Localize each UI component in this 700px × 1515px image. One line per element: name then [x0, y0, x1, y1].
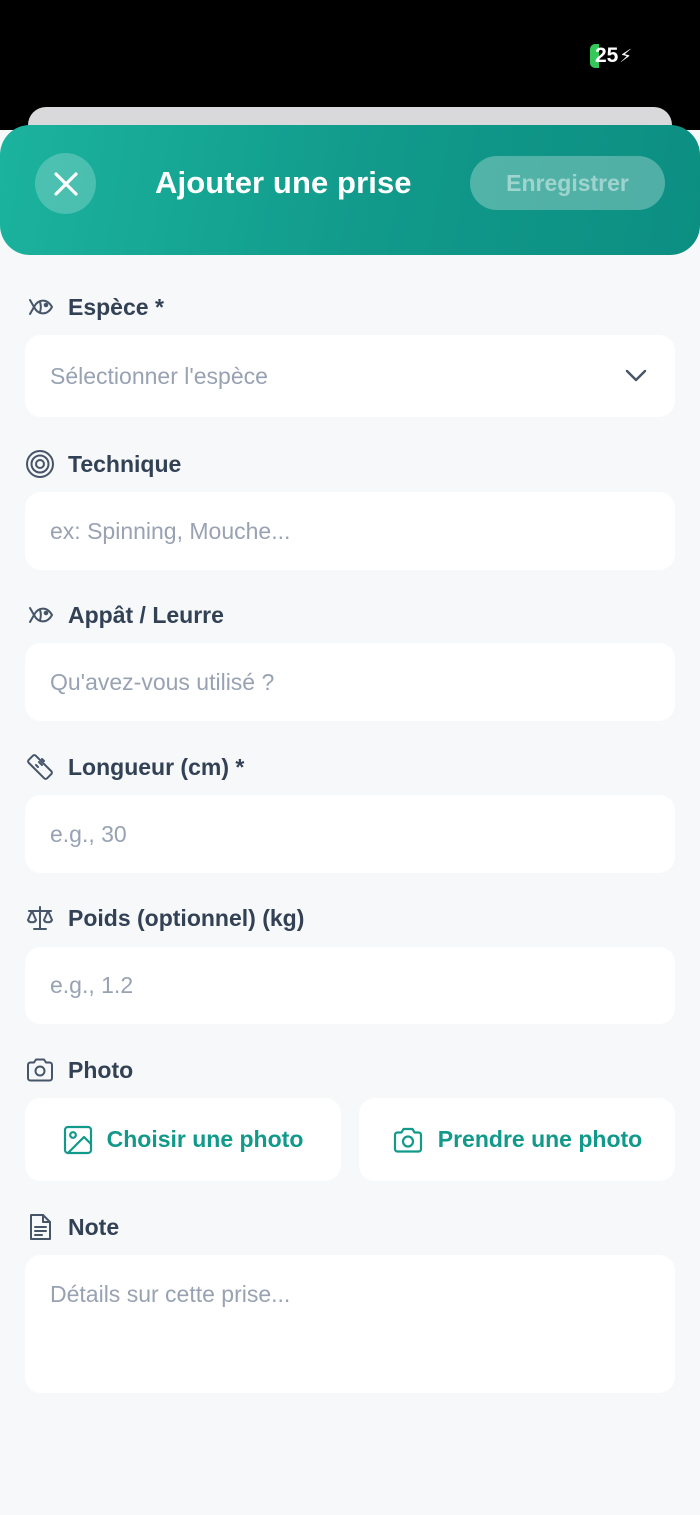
bait-placeholder: Qu'avez-vous utilisé ?: [50, 668, 275, 695]
camera-icon: [25, 1055, 55, 1085]
species-label: Espèce *: [25, 291, 164, 323]
camera-icon: [392, 1125, 424, 1155]
photo-label-text: Photo: [68, 1056, 134, 1083]
length-label: Longueur (cm) *: [25, 751, 244, 783]
take-photo-label: Prendre une photo: [437, 1126, 643, 1152]
bait-label-text: Appât / Leurre: [68, 601, 224, 628]
technique-label: Technique: [25, 448, 181, 480]
species-select[interactable]: Sélectionner l'espèce: [25, 335, 675, 417]
battery-level: 25: [595, 44, 619, 67]
target-icon: [25, 449, 55, 479]
modal-header: Ajouter une prise Enregistrer: [0, 125, 700, 255]
note-textarea[interactable]: Détails sur cette prise...: [25, 1255, 675, 1393]
fish-icon: [25, 292, 55, 322]
fish-icon: [25, 600, 55, 630]
image-icon: [63, 1125, 93, 1155]
chevron-down-icon: [625, 369, 647, 382]
scale-icon: [25, 903, 55, 933]
weight-label-text: Poids (optionnel) (kg): [68, 904, 305, 931]
take-photo-button[interactable]: Prendre une photo: [359, 1098, 675, 1181]
species-label-text: Espèce *: [68, 293, 164, 320]
note-label-text: Note: [68, 1213, 120, 1240]
weight-input[interactable]: e.g., 1.2: [25, 947, 675, 1024]
close-button[interactable]: [35, 153, 96, 214]
technique-label-text: Technique: [68, 450, 182, 477]
choose-photo-button[interactable]: Choisir une photo: [25, 1098, 341, 1181]
note-label: Note: [25, 1211, 119, 1243]
weight-placeholder: e.g., 1.2: [50, 972, 134, 998]
length-placeholder: e.g., 30: [50, 820, 127, 847]
charging-icon: ⚡: [619, 45, 632, 66]
page-title: Ajouter une prise: [155, 165, 412, 200]
choose-photo-label: Choisir une photo: [106, 1126, 304, 1152]
bait-input[interactable]: Qu'avez-vous utilisé ?: [25, 643, 675, 721]
battery-indicator: 25 ⚡: [590, 44, 632, 68]
save-button[interactable]: Enregistrer: [470, 156, 665, 210]
photo-label: Photo: [25, 1054, 133, 1086]
ruler-icon: [25, 752, 55, 782]
document-icon: [25, 1212, 55, 1242]
technique-input[interactable]: ex: Spinning, Mouche...: [25, 492, 675, 570]
species-placeholder: Sélectionner l'espèce: [50, 362, 268, 389]
bait-label: Appât / Leurre: [25, 599, 224, 631]
note-placeholder: Détails sur cette prise...: [50, 1281, 291, 1307]
close-icon: [53, 171, 78, 196]
length-input[interactable]: e.g., 30: [25, 795, 675, 873]
technique-placeholder: ex: Spinning, Mouche...: [50, 517, 291, 544]
length-label-text: Longueur (cm) *: [68, 753, 245, 780]
weight-label: Poids (optionnel) (kg): [25, 902, 304, 934]
